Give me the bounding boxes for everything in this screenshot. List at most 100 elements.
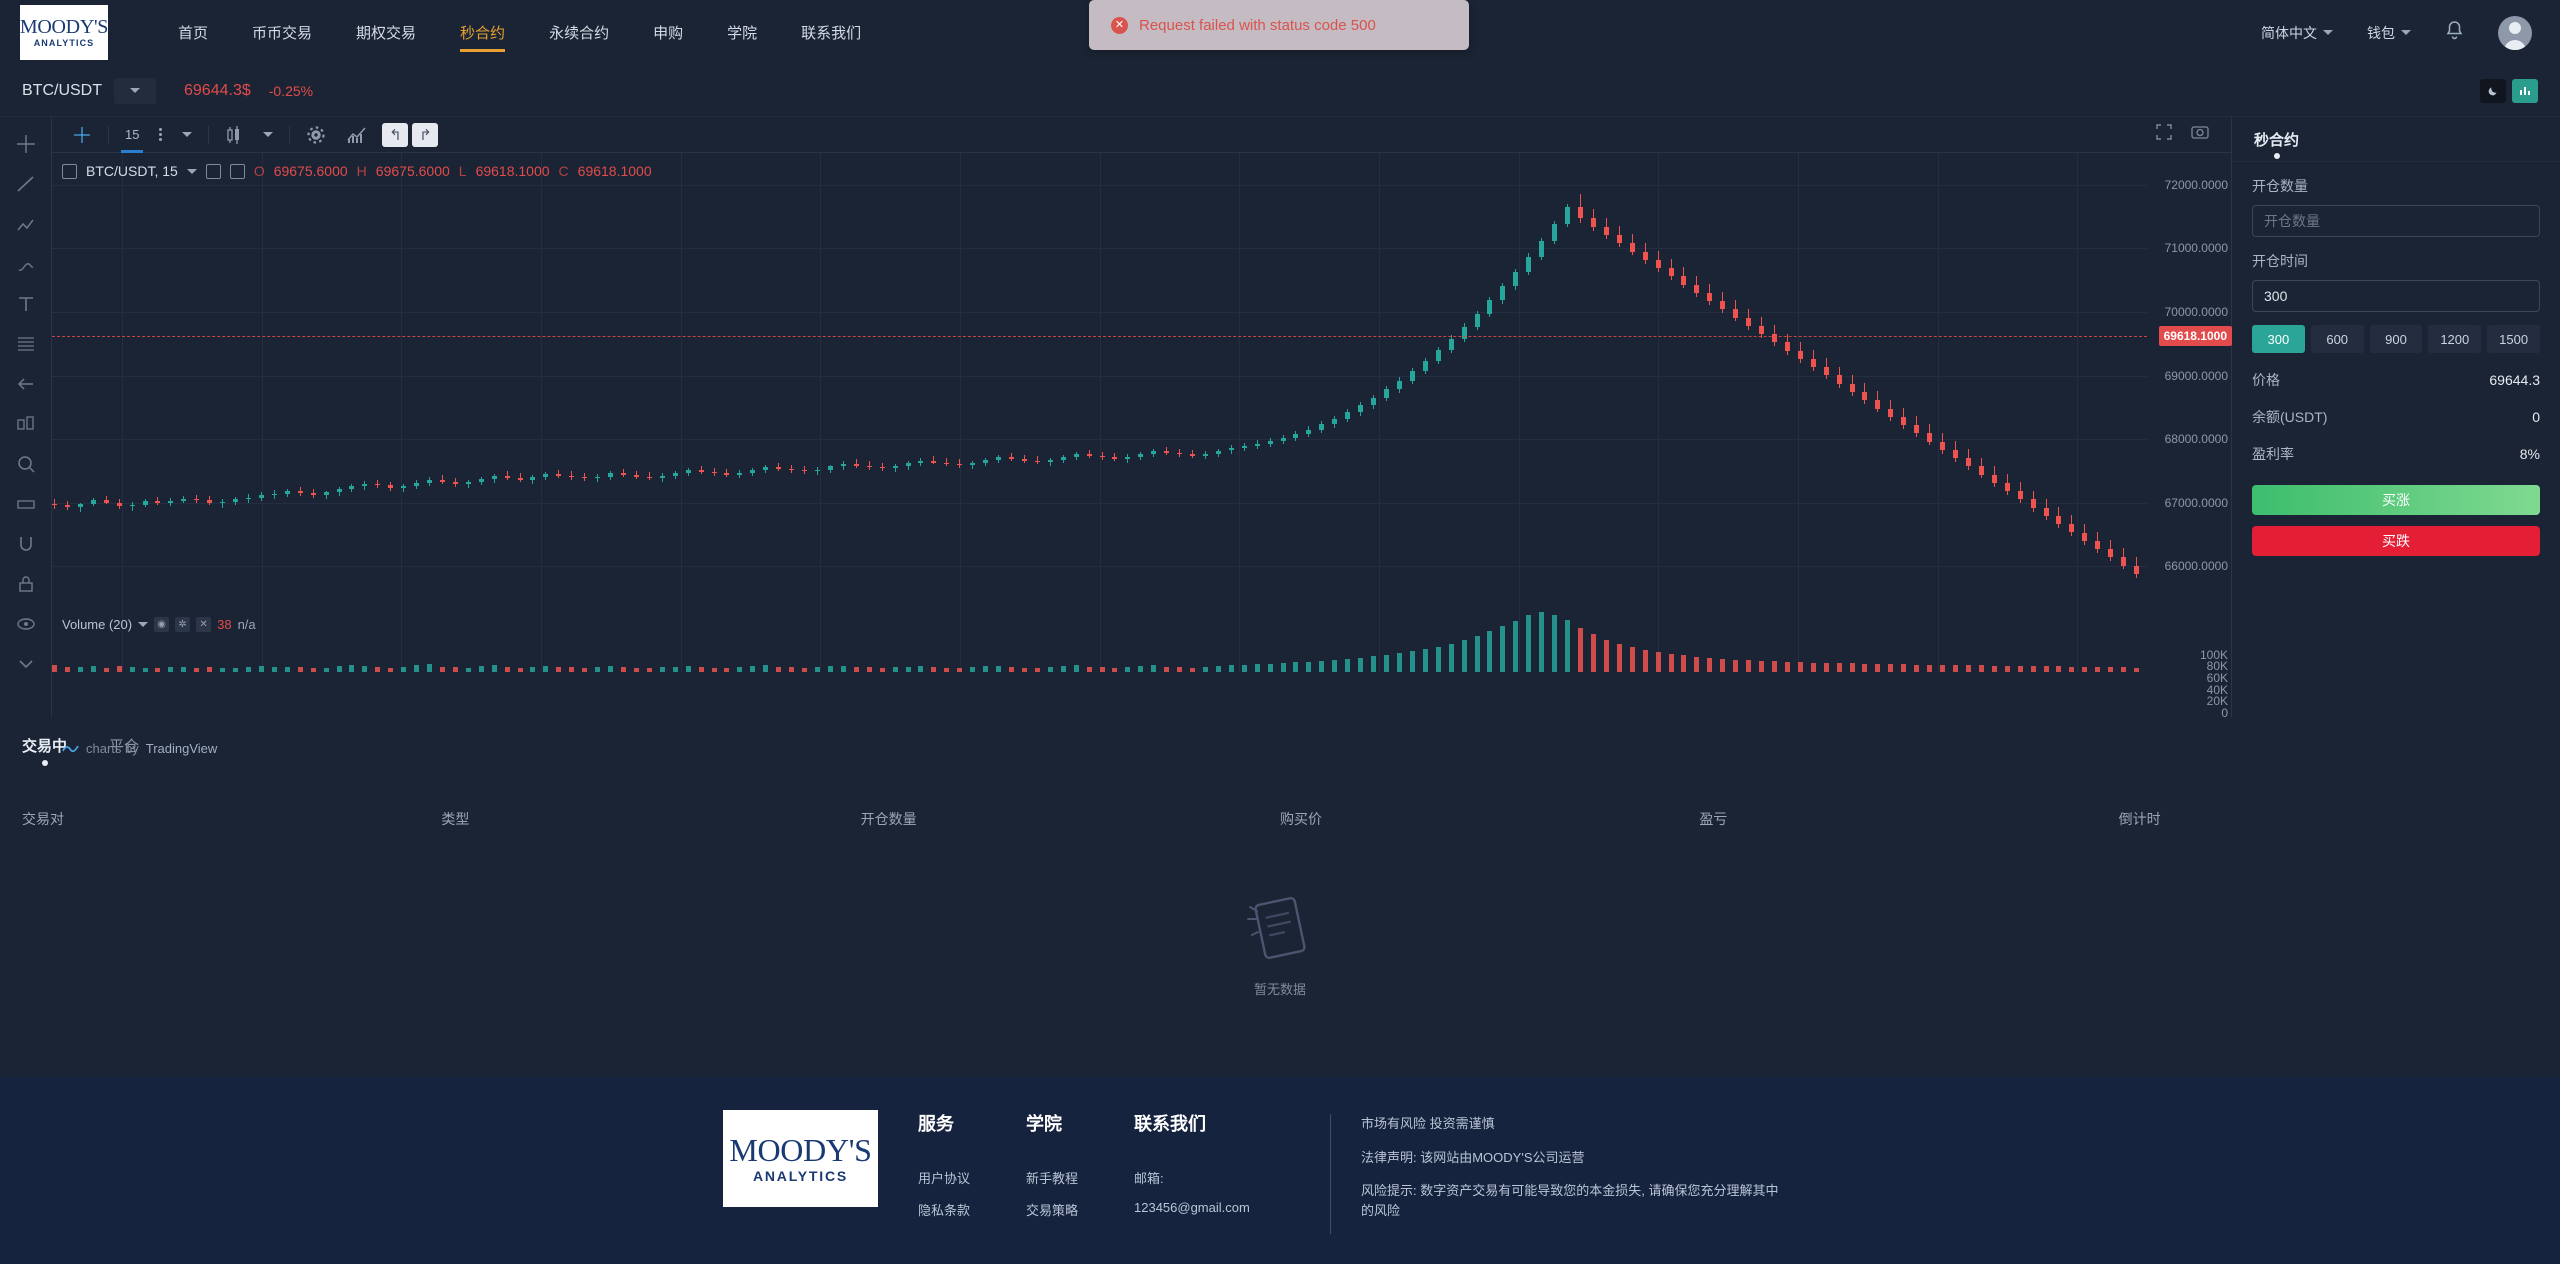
lock-icon[interactable]	[15, 573, 37, 595]
candle	[789, 464, 795, 473]
tab-seconds-contract[interactable]: 秒合约	[2254, 129, 2299, 150]
candle	[1461, 323, 1467, 342]
chevron-down-icon	[182, 132, 193, 137]
nav-item-perpetual[interactable]: 永续合约	[527, 0, 631, 65]
redo-icon[interactable]: ↱	[412, 122, 439, 147]
tab-open-orders[interactable]: 交易中	[22, 735, 67, 765]
volume-bar	[310, 667, 316, 672]
footer-link-beginner-guide[interactable]: 新手教程	[1026, 1168, 1126, 1187]
long-position-icon[interactable]	[15, 373, 37, 395]
candle	[1836, 366, 1842, 388]
buy-down-button[interactable]: 买跌	[2252, 526, 2540, 556]
candle	[1901, 407, 1907, 429]
volume-bar	[439, 666, 445, 672]
nav-item-seconds-contract[interactable]: 秒合约	[438, 0, 527, 65]
chart-plot-area[interactable]	[52, 153, 2147, 672]
wallet-menu[interactable]: 钱包	[2367, 23, 2411, 43]
volume-settings-icon[interactable]: ✲	[175, 617, 191, 632]
duration-900-button[interactable]: 900	[2369, 325, 2423, 353]
duration-300-button[interactable]: 300	[2252, 325, 2305, 353]
chevron-down-icon[interactable]	[138, 622, 149, 627]
buy-up-button[interactable]: 买涨	[2252, 485, 2540, 515]
candle	[2030, 490, 2036, 512]
pitchfork-icon[interactable]	[15, 213, 37, 235]
chart-type-dropdown-button[interactable]	[253, 117, 283, 153]
candle	[621, 468, 626, 478]
notifications-button[interactable]	[2445, 20, 2464, 46]
volume-bar	[258, 665, 264, 672]
candle	[530, 475, 536, 484]
duration-input[interactable]	[2252, 280, 2540, 312]
camera-icon[interactable]	[2191, 123, 2213, 145]
pair-dropdown[interactable]	[114, 77, 156, 104]
duration-1500-button[interactable]: 1500	[2487, 325, 2540, 353]
fullscreen-icon[interactable]	[2155, 123, 2177, 145]
chart-view-button[interactable]	[2512, 78, 2538, 103]
amount-input[interactable]	[2252, 205, 2540, 237]
candle	[401, 483, 407, 492]
tradingview-branding[interactable]: charts by TradingView	[62, 741, 217, 756]
volume-bar	[77, 667, 83, 672]
crosshair-icon[interactable]	[15, 133, 37, 155]
volume-visibility-icon[interactable]: ◉	[154, 617, 170, 632]
interval-dropdown-button[interactable]	[172, 117, 202, 153]
indicators-button[interactable]	[336, 117, 378, 153]
measure-icon[interactable]	[15, 493, 37, 515]
volume-bar	[879, 667, 885, 672]
legend-visibility-icon[interactable]	[205, 163, 221, 179]
dots-icon	[159, 128, 163, 141]
orders-tabs: 交易中 平仓	[0, 717, 2560, 765]
magnet-icon[interactable]	[15, 533, 37, 555]
avatar[interactable]	[2498, 15, 2532, 50]
eye-icon[interactable]	[15, 613, 37, 635]
volume-bar	[1577, 627, 1583, 672]
chevron-down-icon[interactable]	[186, 168, 197, 174]
candle	[1888, 399, 1894, 421]
footer-link-trading-strategy[interactable]: 交易策略	[1026, 1200, 1126, 1219]
footer-link-privacy[interactable]: 隐私条款	[918, 1200, 1018, 1219]
candle	[1681, 267, 1687, 289]
brush-icon[interactable]	[15, 253, 37, 275]
volume-bar	[504, 667, 510, 672]
legend-settings-icon[interactable]	[229, 163, 245, 179]
volume-bar	[776, 666, 782, 672]
interval-button[interactable]: 15	[115, 117, 149, 153]
volume-bar	[789, 667, 795, 672]
volume-close-icon[interactable]: ✕	[196, 617, 212, 632]
volume-bar	[1836, 663, 1842, 672]
nav-item-academy[interactable]: 学院	[705, 0, 779, 65]
duration-600-button[interactable]: 600	[2310, 325, 2364, 353]
nav-item-subscription[interactable]: 申购	[631, 0, 705, 65]
trend-line-icon[interactable]	[15, 173, 37, 195]
candle	[77, 502, 83, 512]
fib-retracement-icon[interactable]	[15, 333, 37, 355]
collapse-toolbar-icon[interactable]	[15, 653, 37, 675]
interval-more-button[interactable]	[149, 117, 172, 153]
text-icon[interactable]	[15, 293, 37, 315]
candle	[1371, 394, 1377, 409]
undo-icon[interactable]: ↰	[382, 122, 409, 147]
language-selector[interactable]: 简体中文	[2261, 23, 2333, 43]
collapse-legend-icon[interactable]	[62, 163, 77, 179]
volume-bar	[802, 667, 808, 672]
nav-item-home[interactable]: 首页	[156, 0, 230, 65]
theme-dark-button[interactable]	[2480, 78, 2506, 103]
volume-bar	[530, 666, 536, 672]
volume-bar	[1306, 661, 1312, 672]
chart-crosshair-button[interactable]	[62, 117, 102, 153]
footer-email-value[interactable]: 123456@gmail.com	[1134, 1200, 1304, 1215]
footer-link-user-agreement[interactable]: 用户协议	[918, 1168, 1018, 1187]
chart-settings-button[interactable]	[296, 117, 336, 153]
pattern-icon[interactable]	[15, 413, 37, 435]
chart-type-button[interactable]	[215, 117, 253, 153]
duration-1200-button[interactable]: 1200	[2428, 325, 2482, 353]
nav-item-contact[interactable]: 联系我们	[779, 0, 883, 65]
volume-bar	[2108, 667, 2114, 672]
candle	[1138, 451, 1144, 461]
nav-item-options[interactable]: 期权交易	[334, 0, 438, 65]
magnifier-icon[interactable]	[15, 453, 37, 475]
site-logo[interactable]: MOODY'S ANALYTICS	[20, 5, 108, 60]
nav-item-spot[interactable]: 币币交易	[230, 0, 334, 65]
legend-open-label: O	[253, 163, 265, 179]
toolbar-divider	[289, 125, 291, 144]
